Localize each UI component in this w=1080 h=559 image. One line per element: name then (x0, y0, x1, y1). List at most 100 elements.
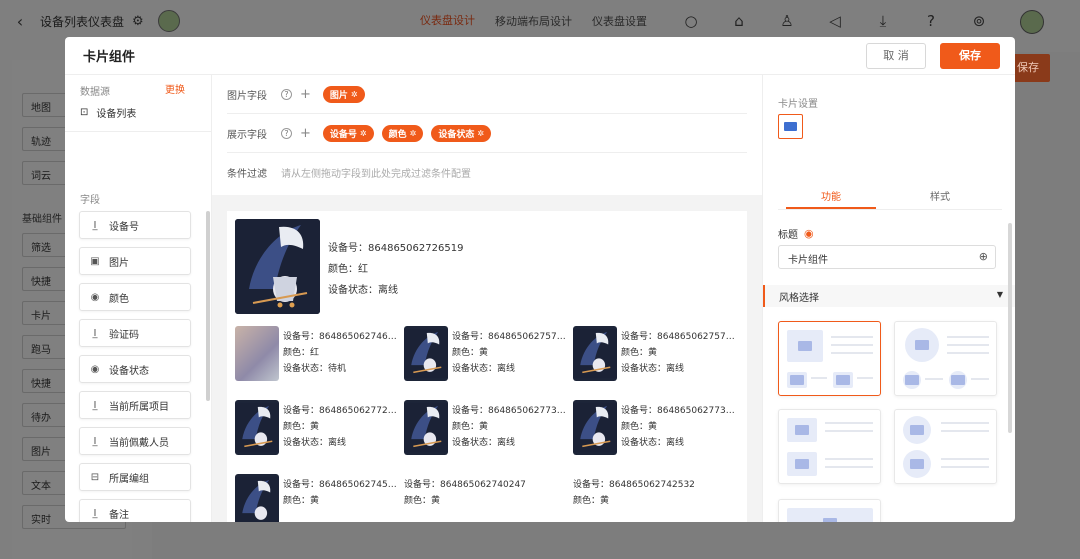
change-datasource-link[interactable]: 更换 (165, 81, 185, 96)
eye-icon[interactable]: ◉ (804, 227, 814, 240)
tag-settings-icon[interactable]: ✲ (351, 90, 358, 99)
device-status: 设备状态：离线 (283, 438, 347, 448)
field-item-status[interactable]: ◉ 设备状态 (79, 355, 191, 383)
add-icon[interactable]: + (300, 87, 311, 102)
cancel-button[interactable]: 取 消 (866, 43, 926, 69)
device-card-info: 设备号：864865062740247 颜色：黄 (404, 477, 569, 509)
display-field-tag[interactable]: 设备状态 ✲ (431, 124, 492, 142)
back-arrow-icon[interactable]: ‹ (0, 12, 40, 31)
save-button[interactable]: 保存 (940, 43, 1000, 69)
help-icon[interactable]: ? (281, 88, 292, 100)
style-select-label: 风格选择 (779, 293, 819, 304)
datasource-name: 设备列表 (96, 109, 137, 120)
line-placeholder (925, 378, 943, 380)
search-icon[interactable]: ○ (680, 12, 702, 30)
device-card[interactable]: 设备号：8648650627736... 颜色：黄 设备状态：离线 (404, 400, 569, 460)
tab-mobile-layout[interactable]: 移动端布局设计 (495, 13, 572, 29)
tag-settings-icon[interactable]: ✲ (410, 129, 417, 138)
filter-dropzone[interactable]: 请从左侧拖动字段到此处完成过滤条件配置 (281, 165, 471, 180)
device-card-info: 设备号：8648650627577... 颜色：黄 设备状态：离线 (621, 329, 738, 377)
add-icon[interactable]: + (300, 126, 311, 141)
line-placeholder (825, 458, 873, 460)
device-no: 设备号：8648650627579... (452, 332, 569, 342)
megaphone-icon[interactable]: ◁ (824, 12, 846, 30)
display-field-row: 展示字段 ? + 设备号 ✲ 颜色 ✲ 设备状态 ✲ (227, 114, 747, 153)
device-thumbnail (573, 400, 617, 455)
display-field-tag[interactable]: 设备号 ✲ (322, 124, 374, 142)
device-card[interactable]: 设备号：8648650627465... 颜色：红 设备状态：待机 (235, 326, 400, 386)
device-thumbnail (235, 400, 279, 455)
tab-dashboard-settings[interactable]: 仪表盘设置 (592, 13, 647, 29)
settings-circle-icon[interactable]: ⊚ (968, 12, 990, 30)
style-option-4[interactable] (894, 409, 997, 484)
device-card[interactable]: 设备号：8648650627457... 颜色：黄 (235, 474, 400, 522)
image-field-icon: ▣ (90, 255, 100, 267)
shirt-icon[interactable]: ♙ (776, 12, 798, 30)
title-input[interactable]: 卡片组件 ⊕ (778, 245, 996, 269)
style-option-5[interactable] (778, 499, 881, 522)
filter-label: 条件过滤 (227, 169, 267, 180)
device-card[interactable]: 设备号：8648650627729... 颜色：黄 设备状态：离线 (235, 400, 400, 460)
line-placeholder (811, 377, 827, 379)
help-icon[interactable]: ? (920, 12, 942, 30)
tag-label: 设备状态 (438, 129, 475, 140)
settings-scrollbar[interactable] (1008, 223, 1012, 433)
home-icon[interactable]: ⌂ (728, 12, 750, 30)
tag-label: 图片 (329, 90, 348, 101)
device-card[interactable]: 设备号：8648650627577... 颜色：黄 设备状态：离线 (573, 326, 738, 386)
device-card[interactable]: 设备号：8648650627579... 颜色：黄 设备状态：离线 (404, 326, 569, 386)
style-select-header[interactable]: 风格选择 ▼ (763, 285, 1015, 307)
device-color: 颜色：黄 (621, 348, 658, 358)
style-option-1[interactable] (778, 321, 881, 396)
field-label: 颜色 (109, 293, 129, 305)
image-field-tag[interactable]: 图片 ✲ (322, 85, 365, 103)
image-placeholder-icon (833, 372, 853, 388)
field-list-scrollbar[interactable] (206, 211, 210, 401)
tab-function[interactable]: 功能 (786, 188, 876, 203)
image-placeholder-icon (787, 452, 817, 476)
field-item-image[interactable]: ▣ 图片 (79, 247, 191, 275)
image-placeholder-icon (787, 330, 823, 362)
field-item-group[interactable]: ⊟ 所属编组 (79, 463, 191, 491)
field-item-code[interactable]: I̲ 验证码 (79, 319, 191, 347)
tag-settings-icon[interactable]: ✲ (477, 129, 484, 138)
style-option-3[interactable] (778, 409, 881, 484)
text-field-icon: I̲ (93, 435, 97, 447)
field-panel: 数据源 更换 ⊡ 设备列表 字段 I̲ 设备号 ▣ 图片 ◉ 颜色 I̲ 验证码 ◉ 设备… (65, 75, 212, 522)
card-color-picker[interactable] (778, 114, 803, 139)
card-preview: 设备号：864865062726519 颜色：红 设备状态：离线 设备号：864… (227, 211, 747, 522)
field-item-wearer[interactable]: I̲ 当前佩戴人员 (79, 427, 191, 455)
avatar[interactable] (157, 10, 180, 32)
field-item-device-no[interactable]: I̲ 设备号 (79, 211, 191, 239)
line-placeholder (831, 344, 873, 346)
title-setting: 标题 ◉ (778, 226, 814, 241)
settings-panel: 卡片设置 功能 样式 标题 ◉ 卡片组件 ⊕ 风格选择 ▼ (762, 75, 1015, 522)
device-color: 颜色：黄 (283, 496, 320, 506)
device-card[interactable]: 设备号：864865062742532 颜色：黄 (573, 474, 738, 522)
tab-style[interactable]: 样式 (895, 188, 985, 203)
device-photo (235, 326, 279, 381)
image-placeholder-icon (787, 372, 807, 388)
line-placeholder (947, 352, 989, 354)
device-card[interactable]: 设备号：864865062740247 颜色：黄 (404, 474, 569, 522)
style-option-2[interactable] (894, 321, 997, 396)
user-avatar[interactable] (1020, 10, 1044, 34)
device-card-info: 设备号：8648650627579... 颜色：黄 设备状态：离线 (452, 329, 569, 377)
tag-settings-icon[interactable]: ✲ (360, 129, 367, 138)
globe-icon[interactable]: ⊕ (979, 250, 988, 263)
field-item-project[interactable]: I̲ 当前所属项目 (79, 391, 191, 419)
featured-device-info: 设备号：864865062726519 颜色：红 设备状态：离线 (328, 238, 463, 301)
help-icon[interactable]: ? (281, 127, 292, 139)
filter-row: 条件过滤 请从左侧拖动字段到此处完成过滤条件配置 (227, 153, 747, 192)
device-card[interactable]: 设备号：8648650627737... 颜色：黄 设备状态：离线 (573, 400, 738, 460)
field-label: 当前佩戴人员 (109, 437, 169, 449)
dialog-header: 卡片组件 取 消 保存 (65, 37, 1015, 75)
gear-icon[interactable]: ⚙ (132, 14, 144, 29)
field-item-color[interactable]: ◉ 颜色 (79, 283, 191, 311)
display-field-tag[interactable]: 颜色 ✲ (381, 124, 424, 142)
device-no: 设备号：864865062740247 (404, 480, 526, 490)
download-icon[interactable]: ⤓ (872, 12, 894, 30)
datasource-item[interactable]: ⊡ 设备列表 (80, 105, 136, 120)
field-item-remark[interactable]: I̲ 备注 (79, 499, 191, 522)
device-card-info: 设备号：8648650627736... 颜色：黄 设备状态：离线 (452, 403, 569, 451)
